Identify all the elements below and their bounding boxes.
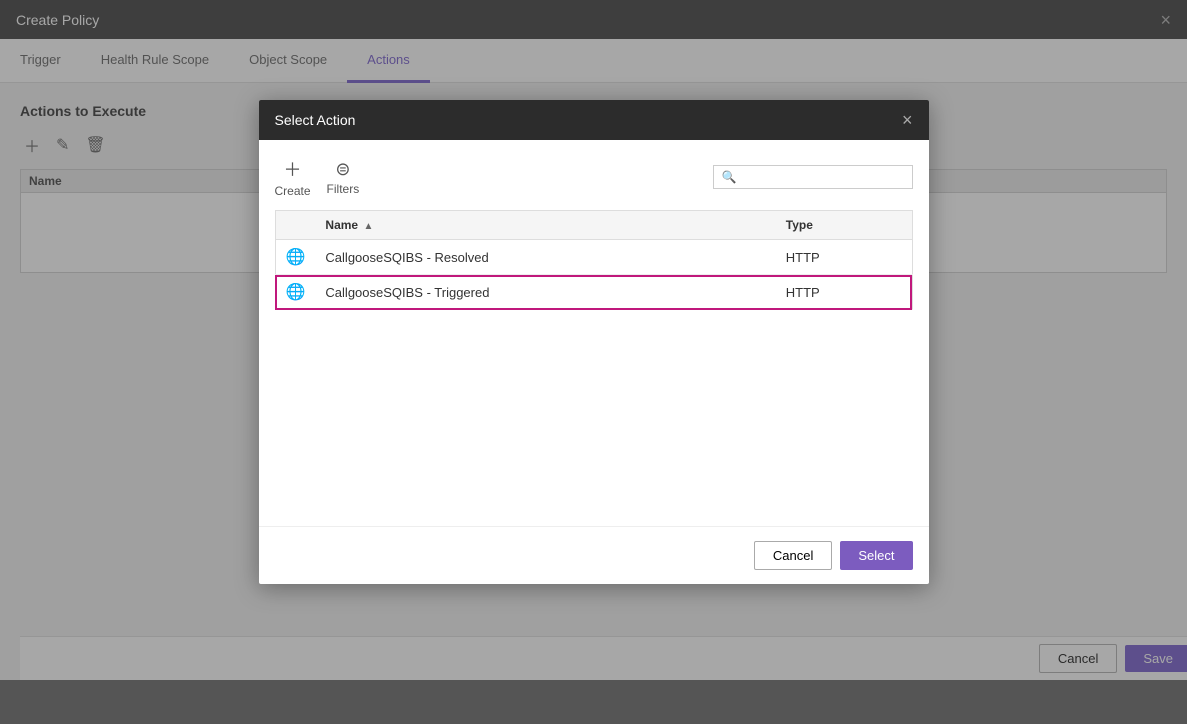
icon-col-header [275, 211, 315, 240]
modal-body: ＋ Create ⊜ Filters 🔍 [259, 140, 929, 526]
name-col-header: Name ▲ [315, 211, 775, 240]
create-icon: ＋ [284, 156, 302, 182]
modal-toolbar: ＋ Create ⊜ Filters 🔍 [275, 156, 913, 198]
search-box: 🔍 [713, 165, 913, 189]
table-row[interactable]: 🌐 CallgooseSQIBS - Resolved HTTP [275, 240, 912, 275]
filters-button[interactable]: ⊜ Filters [327, 159, 360, 196]
modal-footer: Cancel Select [259, 526, 929, 584]
filters-label: Filters [327, 182, 360, 196]
modal-cancel-button[interactable]: Cancel [754, 541, 832, 570]
modal-close-button[interactable]: × [902, 110, 913, 131]
filters-icon: ⊜ [335, 159, 350, 180]
row-icon-cell: 🌐 [275, 240, 315, 275]
row-name-cell: CallgooseSQIBS - Triggered [315, 275, 775, 310]
type-col-header: Type [776, 211, 912, 240]
table-empty-area [275, 310, 913, 510]
row-type-cell: HTTP [776, 275, 912, 310]
search-icon: 🔍 [722, 170, 737, 184]
modal-select-button[interactable]: Select [840, 541, 912, 570]
row-type-cell: HTTP [776, 240, 912, 275]
modal-header: Select Action × [259, 100, 929, 140]
action-table: Name ▲ Type 🌐 CallgooseSQ [275, 210, 913, 310]
create-action-button[interactable]: ＋ Create [275, 156, 311, 198]
search-input[interactable] [740, 170, 903, 184]
globe-icon: 🌐 [286, 249, 306, 266]
select-action-modal: Select Action × ＋ Create ⊜ Filters 🔍 [259, 100, 929, 584]
modal-overlay: Select Action × ＋ Create ⊜ Filters 🔍 [0, 0, 1187, 724]
row-icon-cell: 🌐 [275, 275, 315, 310]
row-name-cell: CallgooseSQIBS - Resolved [315, 240, 775, 275]
table-header-row: Name ▲ Type [275, 211, 912, 240]
globe-icon: 🌐 [286, 284, 306, 301]
sort-icon: ▲ [363, 221, 373, 232]
create-label: Create [275, 184, 311, 198]
modal-title: Select Action [275, 112, 356, 128]
table-row[interactable]: 🌐 CallgooseSQIBS - Triggered HTTP [275, 275, 912, 310]
